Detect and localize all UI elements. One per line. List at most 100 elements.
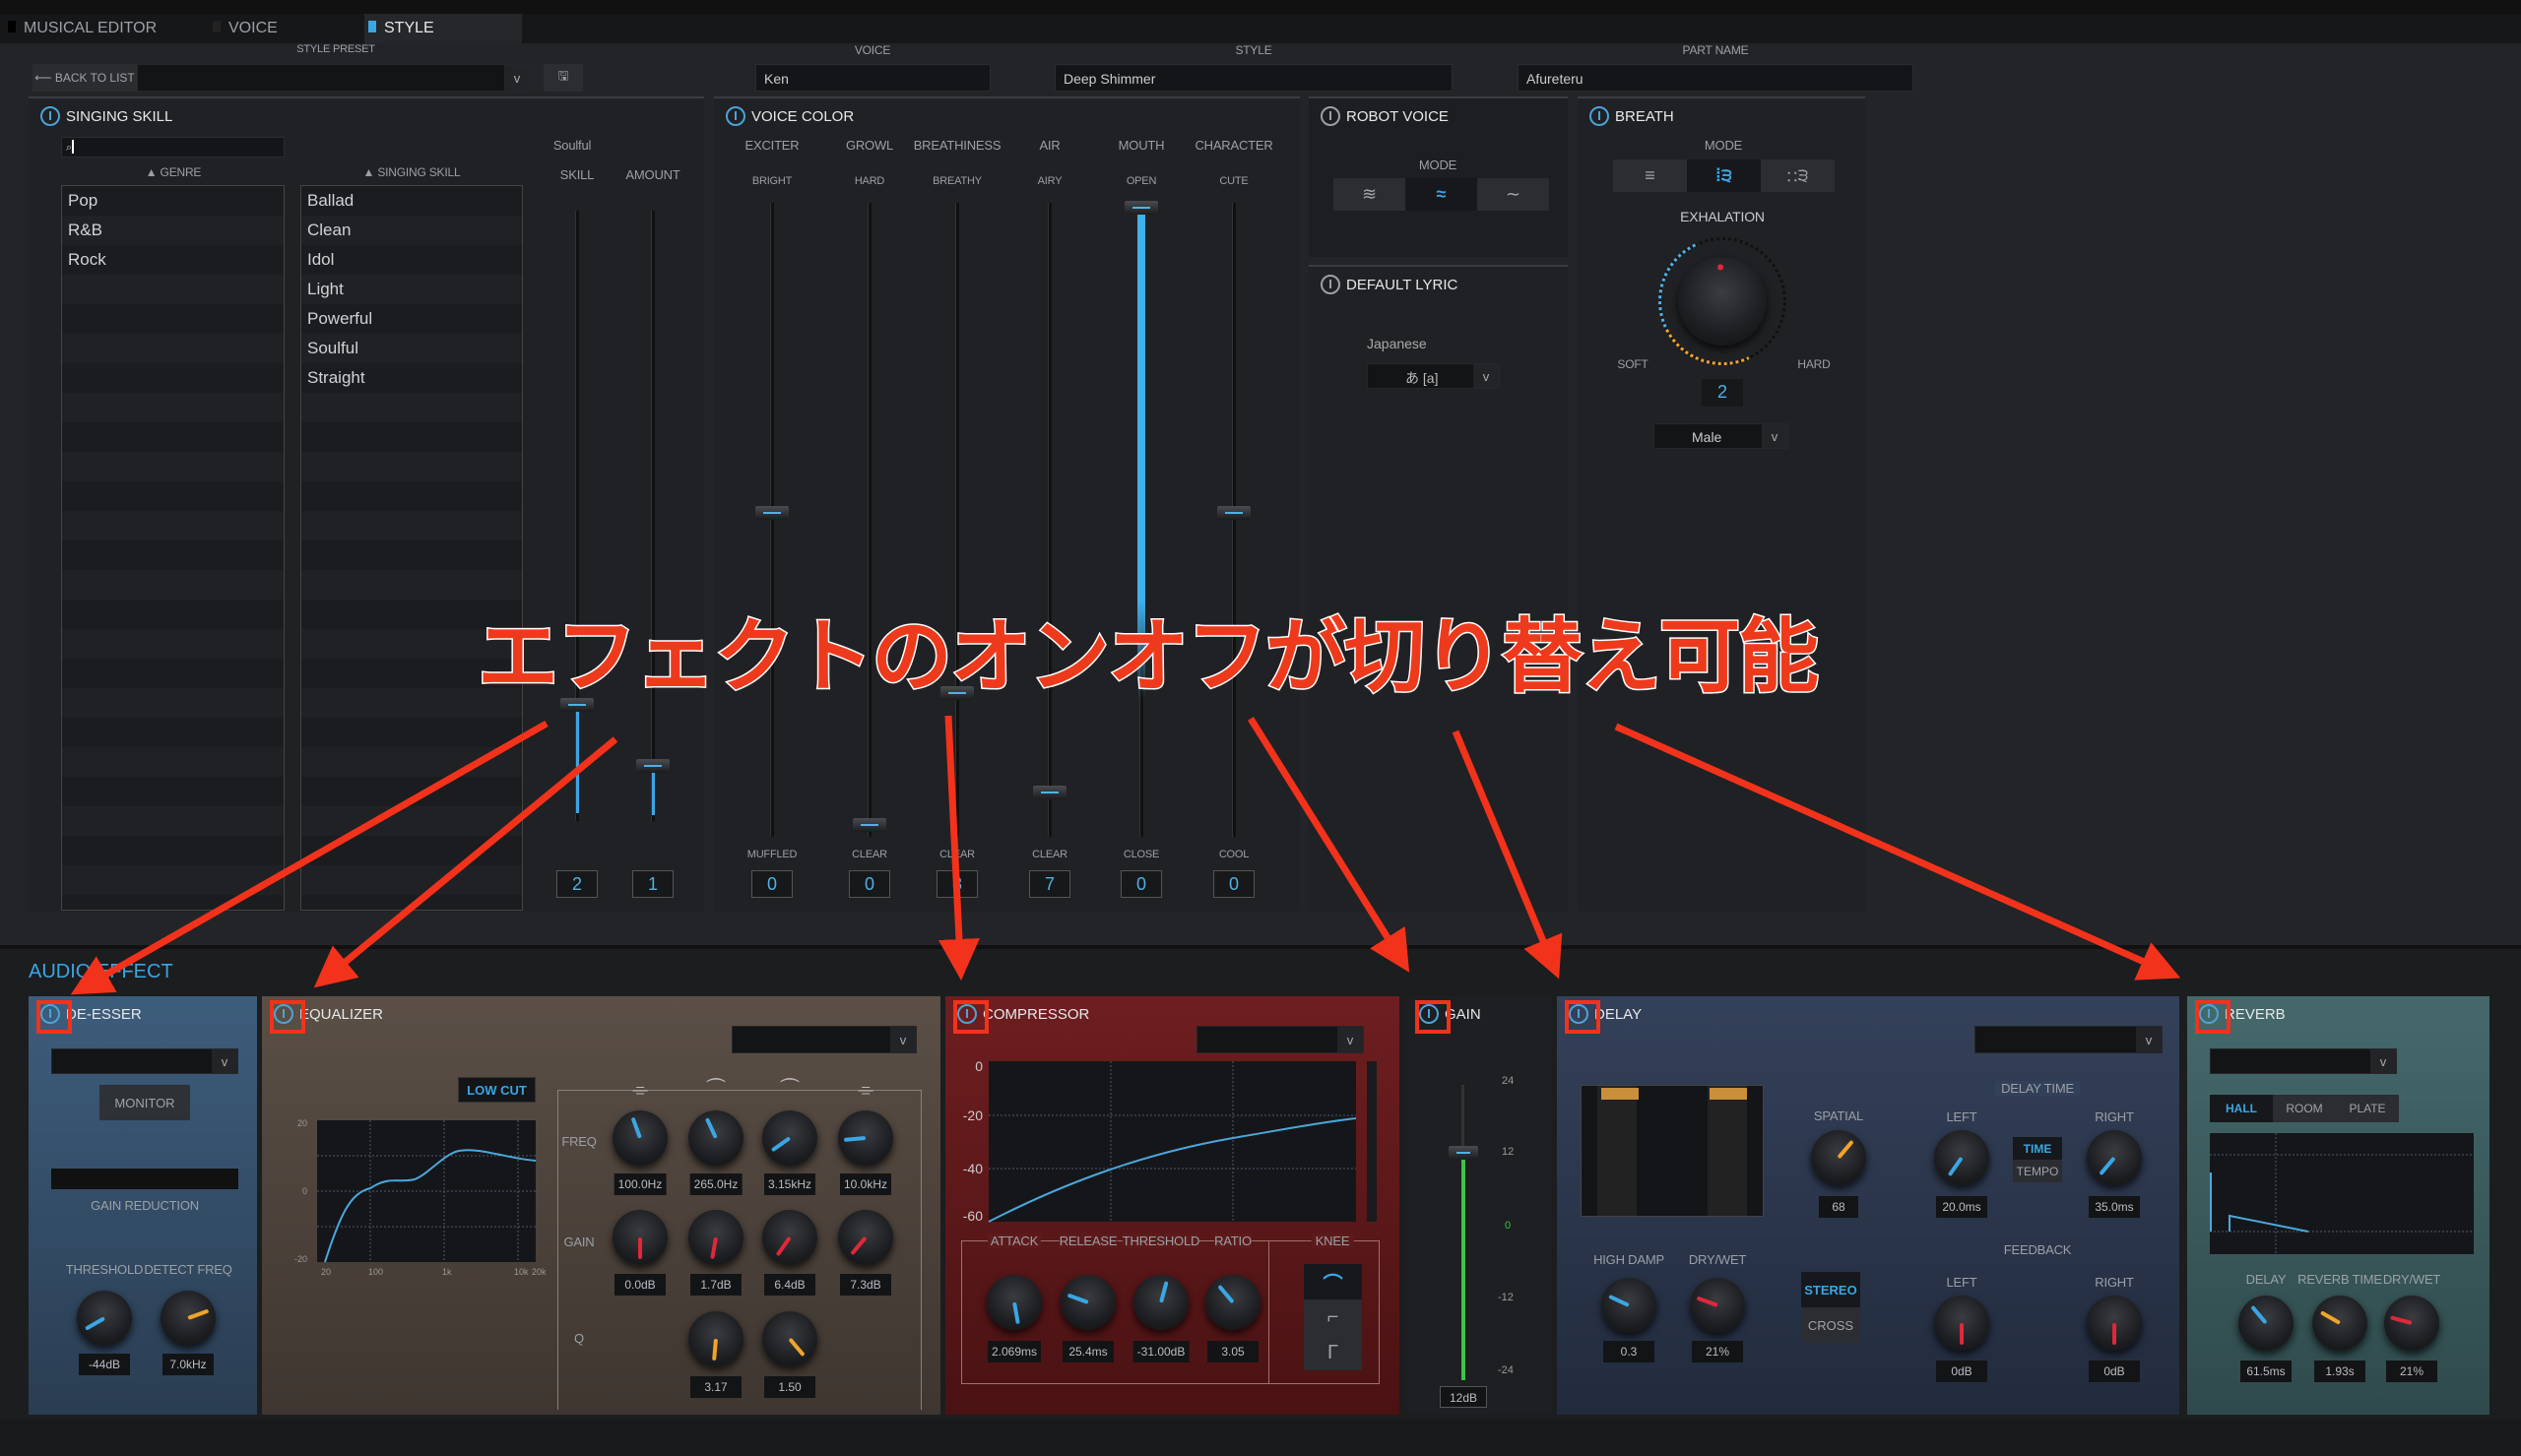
slider-value[interactable]: 0 bbox=[751, 870, 793, 898]
freq-value[interactable]: 3.15kHz bbox=[763, 1173, 816, 1195]
feedback-right-value[interactable]: 0dB bbox=[2089, 1361, 2140, 1382]
slider-value[interactable]: 0 bbox=[1213, 870, 1255, 898]
gain-knob-2[interactable] bbox=[688, 1210, 743, 1265]
gain-knob-1[interactable] bbox=[613, 1210, 668, 1265]
feedback-right-knob[interactable] bbox=[2087, 1296, 2142, 1351]
style-field[interactable]: Deep Shimmer bbox=[1055, 64, 1453, 92]
monitor-button[interactable]: MONITOR bbox=[99, 1085, 190, 1120]
detect-freq-value[interactable]: 7.0kHz bbox=[162, 1354, 214, 1375]
slider-value[interactable]: 8 bbox=[937, 870, 978, 898]
cross-button[interactable]: CROSS bbox=[1801, 1307, 1860, 1343]
breath-mode-2-button[interactable]: ⁞੩ bbox=[1687, 159, 1761, 192]
gain-knob-4[interactable] bbox=[838, 1210, 893, 1265]
knee-hard-button[interactable]: Γ bbox=[1304, 1335, 1362, 1370]
power-icon[interactable] bbox=[1565, 1000, 1600, 1034]
feedback-left-value[interactable]: 0dB bbox=[1936, 1361, 1987, 1382]
voice-color-slider[interactable] bbox=[955, 203, 959, 837]
breath-mode-1-button[interactable]: ≡ bbox=[1613, 159, 1687, 192]
low-cut-button[interactable]: LOW CUT bbox=[458, 1077, 536, 1103]
spatial-value[interactable]: 68 bbox=[1819, 1196, 1858, 1218]
slider-value[interactable]: 7 bbox=[1029, 870, 1070, 898]
amount-slider[interactable] bbox=[651, 211, 655, 821]
reverb-preset-dropdown[interactable]: v bbox=[2210, 1048, 2397, 1074]
q-value[interactable]: 3.17 bbox=[690, 1376, 742, 1398]
part-name-field[interactable]: Afureteru bbox=[1518, 64, 1913, 92]
skill-item[interactable]: Soulful bbox=[301, 334, 522, 363]
reverb-delay-knob[interactable] bbox=[2238, 1296, 2294, 1351]
back-to-list-button[interactable]: ⟵ BACK TO LIST bbox=[32, 64, 137, 92]
genre-header[interactable]: ▲ GENRE bbox=[146, 165, 202, 179]
tempo-button[interactable]: TEMPO bbox=[2013, 1160, 2062, 1182]
skill-value[interactable]: 2 bbox=[556, 870, 598, 898]
voice-color-slider[interactable] bbox=[1048, 203, 1052, 837]
breath-mode-3-button[interactable]: ∷੩ bbox=[1761, 159, 1835, 192]
q-knob-3[interactable] bbox=[762, 1311, 817, 1366]
voice-color-slider[interactable] bbox=[770, 203, 774, 837]
reverb-dry-wet-knob[interactable] bbox=[2384, 1296, 2439, 1351]
bottom-scrollbar[interactable] bbox=[0, 1421, 2521, 1456]
power-icon[interactable] bbox=[270, 1000, 305, 1034]
style-preset-dropdown[interactable]: v bbox=[137, 64, 531, 92]
skill-item[interactable]: Clean bbox=[301, 216, 522, 245]
spatial-knob[interactable] bbox=[1811, 1130, 1866, 1185]
skill-item[interactable]: Light bbox=[301, 275, 522, 304]
gain-value[interactable]: 1.7dB bbox=[690, 1274, 742, 1296]
time-button[interactable]: TIME bbox=[2013, 1137, 2062, 1160]
freq-value[interactable]: 100.0Hz bbox=[614, 1173, 667, 1195]
exhalation-knob[interactable] bbox=[1678, 257, 1767, 346]
feedback-left-knob[interactable] bbox=[1934, 1296, 1989, 1351]
tab-voice[interactable]: VOICE bbox=[213, 20, 278, 37]
delay-right-value[interactable]: 35.0ms bbox=[2089, 1196, 2140, 1218]
power-icon[interactable] bbox=[726, 106, 745, 126]
knee-soft-button[interactable]: ⌒ bbox=[1304, 1264, 1362, 1299]
power-icon[interactable] bbox=[953, 1000, 989, 1034]
ratio-value[interactable]: 3.05 bbox=[1207, 1341, 1259, 1362]
knee-medium-button[interactable]: ⌐ bbox=[1304, 1299, 1362, 1335]
detect-freq-knob[interactable] bbox=[161, 1291, 216, 1346]
left-delay-marker[interactable] bbox=[1601, 1088, 1639, 1100]
freq-value[interactable]: 10.0kHz bbox=[839, 1173, 892, 1195]
slider-handle[interactable] bbox=[1217, 506, 1251, 520]
high-damp-knob[interactable] bbox=[1601, 1278, 1656, 1333]
delay-dry-wet-knob[interactable] bbox=[1690, 1278, 1745, 1333]
slider-value[interactable]: 0 bbox=[1121, 870, 1162, 898]
gain-fader-handle[interactable] bbox=[1449, 1146, 1478, 1160]
threshold-knob[interactable] bbox=[1133, 1275, 1189, 1330]
amount-value[interactable]: 1 bbox=[632, 870, 674, 898]
voice-color-slider[interactable] bbox=[1232, 203, 1236, 837]
delay-left-knob[interactable] bbox=[1934, 1130, 1989, 1185]
ratio-knob[interactable] bbox=[1205, 1275, 1260, 1330]
deesser-preset-dropdown[interactable]: v bbox=[51, 1048, 238, 1074]
tab-style[interactable]: STYLE bbox=[364, 14, 522, 43]
power-icon[interactable] bbox=[1321, 275, 1340, 294]
reverb-type-plate[interactable]: PLATE bbox=[2336, 1095, 2399, 1122]
voice-field[interactable]: Ken bbox=[755, 64, 991, 92]
right-delay-marker[interactable] bbox=[1710, 1088, 1747, 1100]
reverb-type-room[interactable]: ROOM bbox=[2273, 1095, 2336, 1122]
genre-item[interactable]: Pop bbox=[62, 186, 284, 216]
power-icon[interactable] bbox=[1415, 1000, 1451, 1034]
slider-handle[interactable] bbox=[755, 506, 789, 520]
q-knob-2[interactable] bbox=[688, 1311, 743, 1366]
delay-preset-dropdown[interactable]: v bbox=[1974, 1026, 2163, 1053]
gain-value[interactable]: 6.4dB bbox=[764, 1274, 815, 1296]
robot-mode-1-button[interactable]: ≋ bbox=[1333, 178, 1405, 211]
threshold-value[interactable]: -31.00dB bbox=[1132, 1341, 1190, 1362]
freq-knob-1[interactable] bbox=[613, 1110, 668, 1166]
reverb-time-knob[interactable] bbox=[2312, 1296, 2367, 1351]
skill-item[interactable]: Ballad bbox=[301, 186, 522, 216]
gain-value[interactable]: 0.0dB bbox=[614, 1274, 666, 1296]
slider-value[interactable]: 0 bbox=[849, 870, 890, 898]
freq-knob-3[interactable] bbox=[762, 1110, 817, 1166]
gain-value[interactable]: 7.3dB bbox=[840, 1274, 891, 1296]
skill-item[interactable]: Powerful bbox=[301, 304, 522, 334]
lyric-dropdown[interactable]: あ [a] v bbox=[1367, 363, 1500, 389]
freq-knob-4[interactable] bbox=[838, 1110, 893, 1166]
genre-item[interactable]: R&B bbox=[62, 216, 284, 245]
attack-knob[interactable] bbox=[987, 1275, 1042, 1330]
tab-musical-editor[interactable]: MUSICAL EDITOR bbox=[8, 20, 157, 37]
high-damp-value[interactable]: 0.3 bbox=[1603, 1341, 1654, 1362]
reverb-time-value[interactable]: 1.93s bbox=[2314, 1361, 2365, 1382]
reverb-delay-value[interactable]: 61.5ms bbox=[2240, 1361, 2292, 1382]
reverb-dry-wet-value[interactable]: 21% bbox=[2386, 1361, 2437, 1382]
